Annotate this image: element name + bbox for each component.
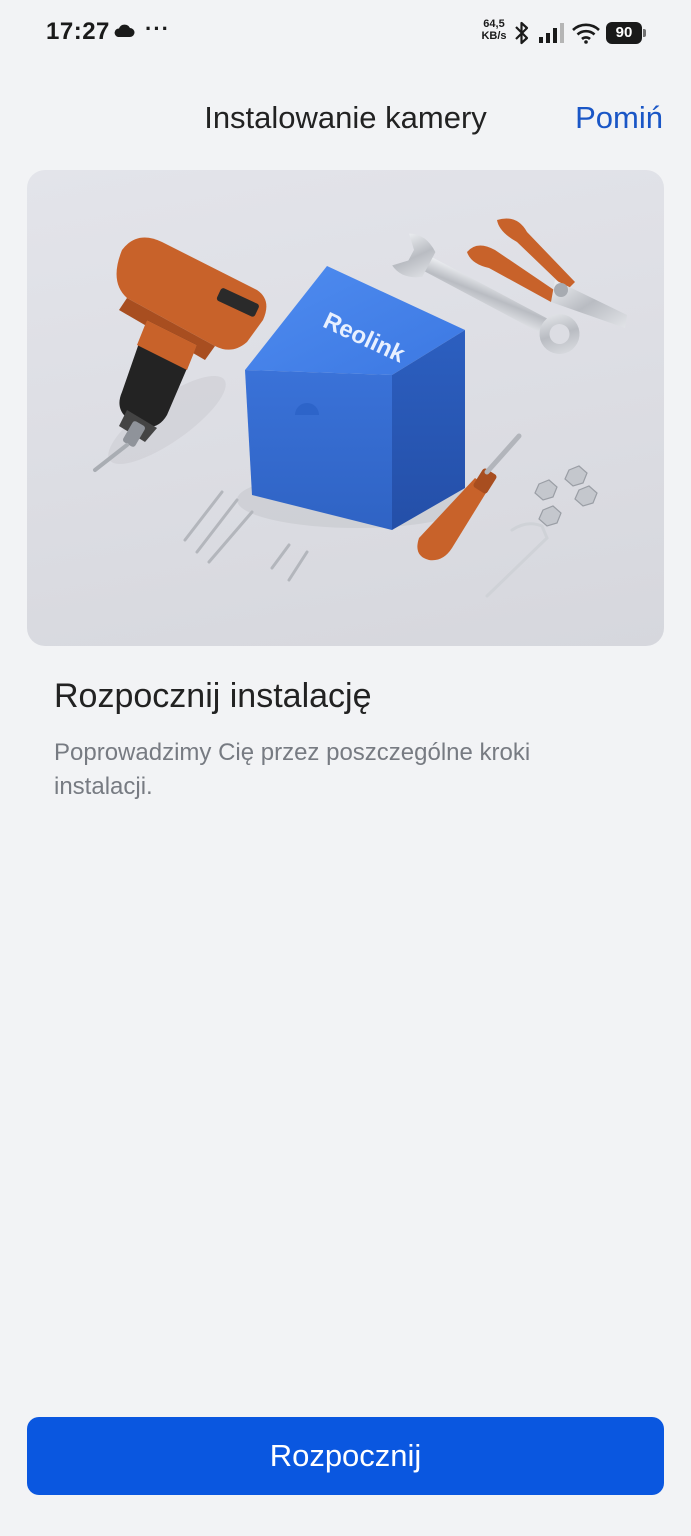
network-speed-value: 64,5: [483, 18, 505, 30]
more-notifications-icon: ···: [145, 16, 170, 41]
tools-image: Reolink: [93, 218, 627, 598]
installation-tools-illustration: Reolink: [27, 170, 664, 646]
start-button[interactable]: Rozpocznij: [27, 1417, 664, 1495]
wifi-icon: [572, 23, 600, 44]
network-speed: 64,5 KB/s: [479, 18, 509, 42]
cloud-icon: [114, 24, 135, 37]
pliers-graphic: [467, 218, 627, 328]
status-bar: 17:27 ··· 64,5 KB/s 90: [0, 0, 691, 66]
section-title: Rozpocznij instalację: [54, 677, 372, 715]
reolink-box-graphic: Reolink: [245, 266, 465, 530]
network-speed-unit: KB/s: [481, 30, 507, 42]
signal-icon: [539, 23, 564, 43]
status-time: 17:27: [46, 18, 110, 45]
battery-icon: 90: [606, 22, 646, 44]
nuts-graphic: [534, 465, 598, 527]
pin-graphic: [485, 522, 549, 598]
battery-level: 90: [606, 22, 642, 44]
section-description: Poprowadzimy Cię przez poszczególne krok…: [54, 739, 531, 800]
bluetooth-icon: [515, 21, 529, 45]
skip-button[interactable]: Pomiń: [575, 100, 663, 136]
